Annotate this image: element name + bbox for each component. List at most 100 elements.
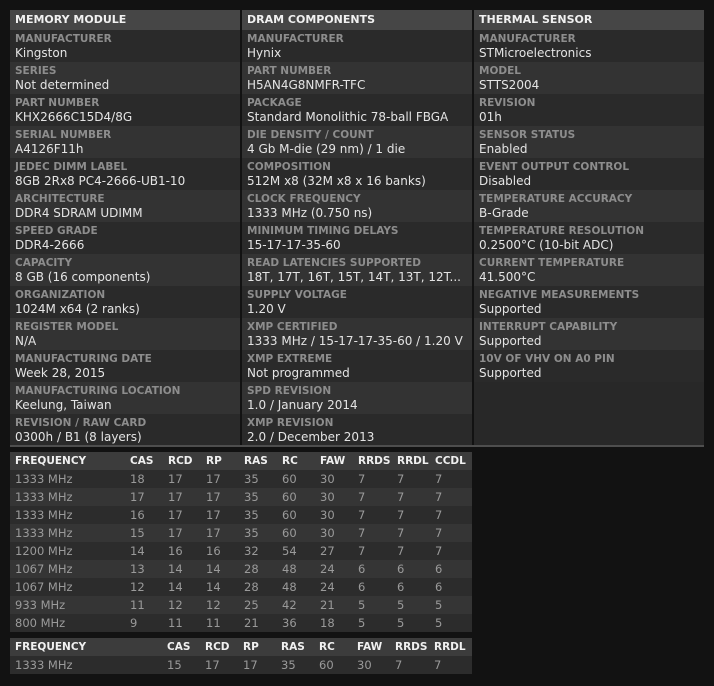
field-label: SENSOR STATUS [479, 129, 576, 141]
table-cell: 36 [277, 614, 315, 632]
field-value: 4 Gb M-die (29 nm) / 1 die [247, 142, 406, 156]
table-cell: 1333 MHz [10, 488, 125, 506]
table-row: 933 MHz 11 12 12 25 42 21 5 5 5 [10, 596, 472, 614]
field-value: STTS2004 [479, 78, 540, 92]
table-row: 1200 MHz 14 16 16 32 54 27 7 7 7 [10, 542, 472, 560]
field-row: PART NUMBER KHX2666C15D4/8G [10, 94, 240, 126]
field-value: Kingston [15, 46, 68, 60]
table-cell: 30 [315, 506, 353, 524]
field-row: SERIES Not determined [10, 62, 240, 94]
table-cell: 7 [392, 470, 430, 488]
table-cell: 7 [430, 470, 472, 488]
table-cell: 933 MHz [10, 596, 125, 614]
field-value: Supported [479, 302, 542, 316]
table-row: 1333 MHz 18 17 17 35 60 30 7 7 7 [10, 470, 472, 488]
table-cell: 32 [239, 542, 277, 560]
field-row: ARCHITECTURE DDR4 SDRAM UDIMM [10, 190, 240, 222]
field-label: ARCHITECTURE [15, 193, 105, 205]
table-cell: 11 [163, 614, 201, 632]
field-label: JEDEC DIMM LABEL [15, 161, 128, 173]
column-header: RRDS [390, 638, 429, 656]
field-label: NEGATIVE MEASUREMENTS [479, 289, 640, 301]
table-cell: 5 [430, 596, 472, 614]
table-cell: 7 [392, 524, 430, 542]
field-row: REVISION 01h [474, 94, 704, 126]
column-header: RP [238, 638, 276, 656]
table-cell: 28 [239, 578, 277, 596]
table-cell: 9 [125, 614, 163, 632]
field-row: XMP REVISION 2.0 / December 2013 [242, 414, 472, 446]
field-label: MINIMUM TIMING DELAYS [247, 225, 399, 237]
field-label: SUPPLY VOLTAGE [247, 289, 347, 301]
field-label: MANUFACTURER [479, 33, 576, 45]
table-cell: 17 [201, 488, 239, 506]
table-cell: 54 [277, 542, 315, 560]
field-value: 1.0 / January 2014 [247, 398, 358, 412]
memory-module-fields: MANUFACTURER Kingston SERIES Not determine… [10, 30, 240, 446]
field-label: READ LATENCIES SUPPORTED [247, 257, 421, 269]
table-cell: 7 [430, 506, 472, 524]
thermal-sensor-fields: MANUFACTURER STMicroelectronics MODEL STTS… [474, 30, 704, 382]
field-row: XMP CERTIFIED 1333 MHz / 15-17-17-35-60 /… [242, 318, 472, 350]
table-cell: 6 [353, 578, 392, 596]
table-cell: 15 [125, 524, 163, 542]
field-label: MANUFACTURER [247, 33, 344, 45]
table-cell: 60 [277, 470, 315, 488]
table-cell: 800 MHz [10, 614, 125, 632]
field-value: 1024M x64 (2 ranks) [15, 302, 140, 316]
table-cell: 28 [239, 560, 277, 578]
table-cell: 14 [163, 578, 201, 596]
table-cell: 14 [201, 560, 239, 578]
table-cell: 1333 MHz [10, 506, 125, 524]
table-cell: 1333 MHz [10, 656, 162, 674]
field-value: N/A [15, 334, 37, 348]
column-header: RRDL [429, 638, 472, 656]
table-cell: 6 [392, 560, 430, 578]
table-cell: 12 [125, 578, 163, 596]
column-header: RC [277, 452, 315, 470]
field-row: SPD REVISION 1.0 / January 2014 [242, 382, 472, 414]
table-cell: 7 [392, 506, 430, 524]
table-cell: 14 [125, 542, 163, 560]
table-cell: 18 [125, 470, 163, 488]
field-value: KHX2666C15D4/8G [15, 110, 133, 124]
field-label: MANUFACTURING LOCATION [15, 385, 181, 397]
field-row: READ LATENCIES SUPPORTED 18T, 17T, 16T, 1… [242, 254, 472, 286]
table-cell: 7 [392, 542, 430, 560]
table-cell: 17 [163, 488, 201, 506]
table-cell: 60 [277, 488, 315, 506]
column-header: CAS [125, 452, 163, 470]
table-row: 1333 MHz 16 17 17 35 60 30 7 7 7 [10, 506, 472, 524]
column-header: RP [201, 452, 239, 470]
table-cell: 6 [353, 560, 392, 578]
table-cell: 24 [315, 560, 353, 578]
table-cell: 11 [201, 614, 239, 632]
field-label: CURRENT TEMPERATURE [479, 257, 625, 269]
field-value: Disabled [479, 174, 532, 188]
field-row: PACKAGE Standard Monolithic 78-ball FBGA [242, 94, 472, 126]
table-cell: 27 [315, 542, 353, 560]
field-label: XMP CERTIFIED [247, 321, 338, 333]
table-cell: 5 [392, 596, 430, 614]
column-header: FAW [315, 452, 353, 470]
column-header: RRDS [353, 452, 392, 470]
table-cell: 6 [392, 578, 430, 596]
field-row: ORGANIZATION 1024M x64 (2 ranks) [10, 286, 240, 318]
table-cell: 15 [162, 656, 200, 674]
table-cell: 7 [353, 506, 392, 524]
field-row: MANUFACTURING LOCATION Keelung, Taiwan [10, 382, 240, 414]
field-label: SPEED GRADE [15, 225, 98, 237]
panel-divider [10, 445, 704, 447]
thermal-sensor-empty-area [474, 382, 704, 446]
field-label: MANUFACTURER [15, 33, 112, 45]
field-row: SPEED GRADE DDR4-2666 [10, 222, 240, 254]
field-row: XMP EXTREME Not programmed [242, 350, 472, 382]
field-value: DDR4 SDRAM UDIMM [15, 206, 143, 220]
table-cell: 13 [125, 560, 163, 578]
field-value: Week 28, 2015 [15, 366, 106, 380]
table-cell: 5 [353, 614, 392, 632]
field-value: 1333 MHz (0.750 ns) [247, 206, 373, 220]
xmp-timings-table: FREQUENCY CAS RCD RP RAS RC FAW RRDS RRD… [10, 638, 472, 674]
table-cell: 30 [315, 524, 353, 542]
table-cell: 17 [163, 506, 201, 524]
